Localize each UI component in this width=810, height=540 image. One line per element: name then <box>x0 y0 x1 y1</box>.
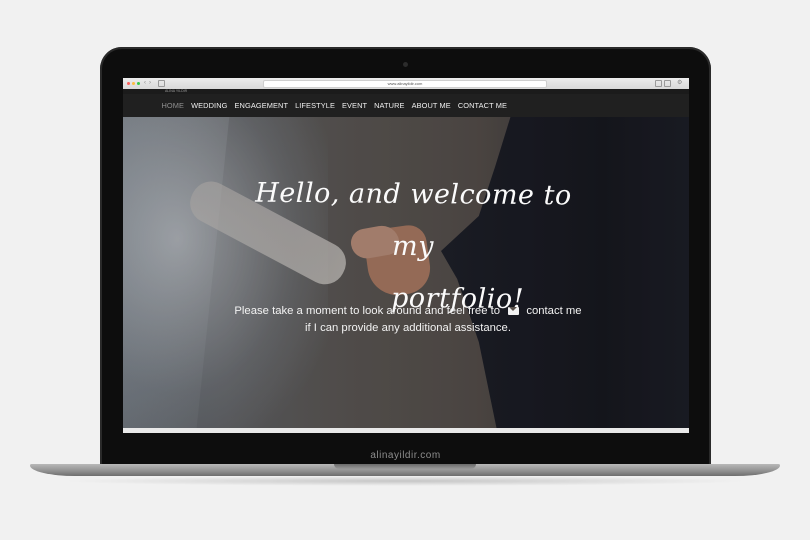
hero-section: Hello, and welcome to my portfolio! Plea… <box>123 117 689 428</box>
tabs-icon[interactable] <box>664 80 671 87</box>
maximize-window-icon[interactable] <box>137 82 140 85</box>
screen: ‹ › www.alinayildir.com ⚙ ALINA YILDIR H… <box>123 78 689 433</box>
back-arrow-icon[interactable]: ‹ <box>144 80 146 87</box>
laptop-shadow <box>60 476 750 486</box>
nav-item-lifestyle[interactable]: LIFESTYLE <box>292 101 339 110</box>
envelope-icon[interactable] <box>508 307 520 315</box>
address-bar[interactable]: www.alinayildir.com <box>263 80 547 88</box>
sidebar-toggle-icon[interactable] <box>158 80 165 87</box>
downloads-icon[interactable]: ⚙ <box>677 80 682 87</box>
hero-subtext: Please take a moment to look around and … <box>233 303 583 337</box>
nav-item-home[interactable]: HOME <box>158 101 188 110</box>
nav-item-event[interactable]: EVENT <box>338 101 370 110</box>
nav-item-contact-me[interactable]: CONTACT ME <box>454 101 510 110</box>
hero-headline-line1: Hello, and welcome to my <box>255 177 572 263</box>
nav-item-about-me[interactable]: ABOUT ME <box>408 101 454 110</box>
footer-strip <box>123 428 689 433</box>
minimize-window-icon[interactable] <box>132 82 135 85</box>
site-navigation: HOME WEDDING ENGAGEMENT LIFESTYLE EVENT … <box>123 94 689 117</box>
nav-list: HOME WEDDING ENGAGEMENT LIFESTYLE EVENT … <box>158 94 511 117</box>
laptop-brand-text: alinayildir.com <box>370 450 441 461</box>
nav-item-engagement[interactable]: ENGAGEMENT <box>231 101 292 110</box>
laptop-notch <box>334 464 476 469</box>
camera-icon <box>403 62 408 67</box>
nav-item-wedding[interactable]: WEDDING <box>188 101 231 110</box>
forward-arrow-icon[interactable]: › <box>149 80 151 87</box>
hero-subtext-part1: Please take a moment to look around and … <box>234 305 501 317</box>
share-icon[interactable] <box>655 80 662 87</box>
close-window-icon[interactable] <box>127 82 130 85</box>
nav-item-nature[interactable]: NATURE <box>371 101 408 110</box>
